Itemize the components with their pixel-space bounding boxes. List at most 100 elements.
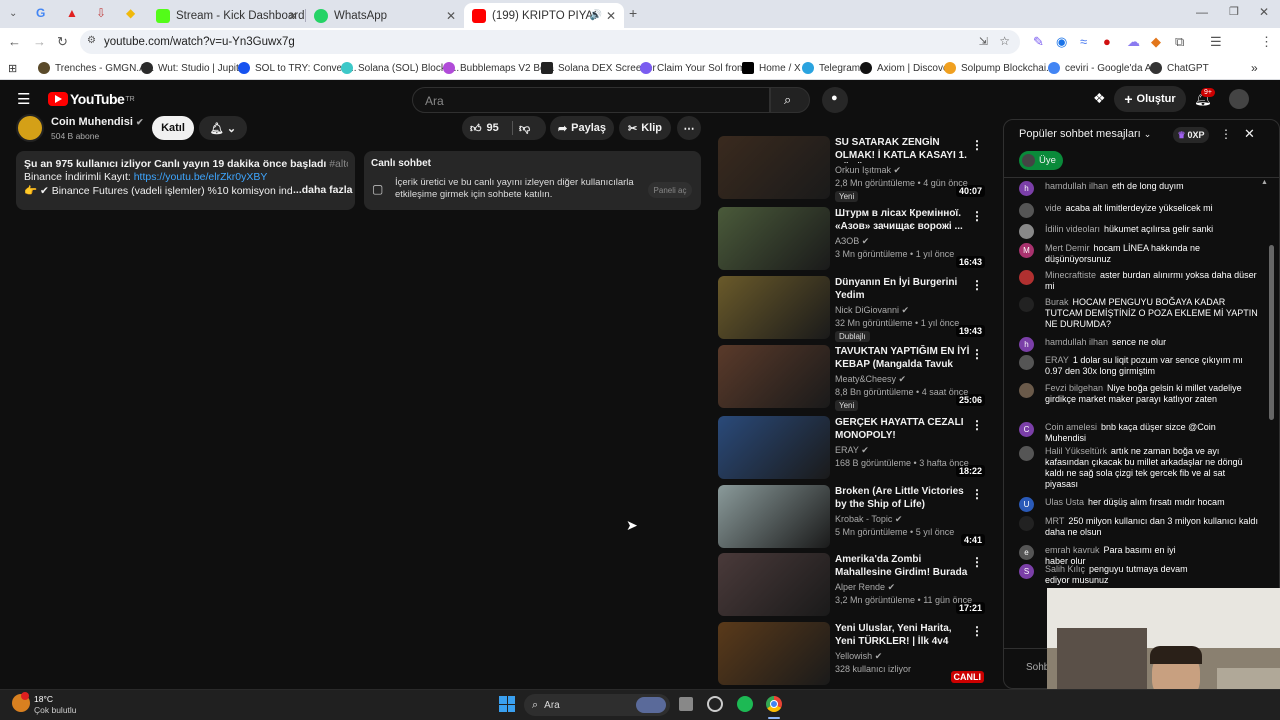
video-channel[interactable]: Meaty&Cheesy ✔ bbox=[835, 374, 906, 385]
tab-search-icon[interactable]: ⌄ bbox=[9, 7, 17, 21]
recommended-video[interactable]: 16:43 Штурм в лісах Кремінної. «Азов» зач… bbox=[718, 207, 988, 271]
bookmark-item[interactable]: Solana DEX Screener bbox=[541, 60, 656, 76]
maximize-button[interactable]: ❐ bbox=[1229, 5, 1239, 19]
forward-button[interactable]: → bbox=[33, 35, 46, 49]
chat-scrollbar[interactable] bbox=[1269, 245, 1274, 420]
recommended-video[interactable]: 4:41 Broken (Are Little Victories by the … bbox=[718, 485, 988, 549]
chat-message[interactable]: h hamdullah ilhan sence ne olur bbox=[1019, 337, 1259, 352]
channel-name[interactable]: Coin Muhendisi ✔ bbox=[51, 116, 144, 128]
scroll-up-icon[interactable]: ▲ bbox=[1261, 179, 1268, 186]
bookmark-item[interactable]: Claim Your Sol from... bbox=[640, 60, 754, 76]
video-title[interactable]: Yeni Uluslar, Yeni Harita, Yeni TÜRKLER!… bbox=[835, 622, 973, 649]
show-more-link[interactable]: ...daha fazla bbox=[293, 184, 353, 196]
obs-icon[interactable] bbox=[707, 696, 723, 712]
close-tab-icon[interactable]: ✕ bbox=[606, 9, 616, 23]
youtube-logo[interactable]: YouTube TR bbox=[48, 91, 135, 107]
account-avatar[interactable] bbox=[1229, 89, 1249, 109]
video-thumbnail[interactable] bbox=[718, 276, 830, 339]
video-thumbnail[interactable] bbox=[718, 553, 830, 616]
weather-temp[interactable]: 18°C bbox=[34, 694, 53, 704]
tab-kick-dashboard[interactable]: Stream - Kick Dashboard ✕ bbox=[148, 3, 306, 28]
video-thumbnail[interactable] bbox=[718, 622, 830, 685]
chat-author[interactable]: hamdullah ilhan bbox=[1045, 181, 1108, 191]
extension-stop-icon[interactable]: ● bbox=[1103, 35, 1111, 49]
chat-message[interactable]: h hamdullah ilhan eth de long duyım bbox=[1019, 181, 1259, 196]
video-title[interactable]: TAVUKTAN YAPTIĞIM EN İYİ KEBAP (Mangalda… bbox=[835, 345, 973, 372]
google-tab-icon[interactable]: G bbox=[36, 6, 45, 20]
chat-author[interactable]: Mert Demir bbox=[1045, 243, 1090, 253]
tab-youtube-active[interactable]: (199) KRİPTO PİYASASI DÜŞ 🔊 ✕ bbox=[464, 3, 624, 28]
address-bar[interactable]: ⚙ youtube.com/watch?v=u-Yn3Guwx7g ⇲ ☆ bbox=[80, 30, 1020, 54]
metamask-icon[interactable]: ◆ bbox=[1151, 35, 1161, 49]
points-badge[interactable]: ♛ 0XP bbox=[1173, 127, 1209, 143]
recommended-video[interactable]: 25:06 TAVUKTAN YAPTIĞIM EN İYİ KEBAP (Man… bbox=[718, 345, 988, 411]
close-chat-icon[interactable]: ✕ bbox=[1244, 126, 1255, 142]
video-more-icon[interactable]: ⋮ bbox=[971, 347, 983, 361]
chat-author[interactable]: ERAY bbox=[1045, 355, 1069, 365]
recommended-video[interactable]: 40:07 SU SATARAK ZENGİN OLMAK! İ KATLA KA… bbox=[718, 136, 988, 202]
bookmark-item[interactable]: Bubblemaps V2 Beta bbox=[443, 60, 554, 76]
chat-message[interactable]: Burak HOCAM PENGUYU BOĞAYA KADAR TUTCAM D… bbox=[1019, 297, 1259, 330]
bookmark-item[interactable]: Solana (SOL) Blockc... bbox=[341, 60, 459, 76]
chat-author[interactable]: vide bbox=[1045, 203, 1062, 213]
video-title[interactable]: SU SATARAK ZENGİN OLMAK! İ KATLA KASAYI … bbox=[835, 136, 973, 163]
chat-more-icon[interactable]: ⋮ bbox=[1220, 127, 1232, 141]
bookmark-item[interactable]: SOL to TRY: Convert... bbox=[238, 60, 357, 76]
chat-author[interactable]: Ulas Usta bbox=[1045, 497, 1084, 507]
video-channel[interactable]: Nick DiGiovanni ✔ bbox=[835, 305, 909, 316]
recommended-video[interactable]: 17:21 Amerika'da Zombi Mahallesine Girdim… bbox=[718, 553, 988, 617]
extension-cloud-icon[interactable]: ☁ bbox=[1127, 35, 1140, 49]
video-channel[interactable]: Krobak - Topic ✔ bbox=[835, 514, 902, 525]
video-title[interactable]: Amerika'da Zombi Mahallesine Girdim! Bur… bbox=[835, 553, 973, 580]
weather-desc[interactable]: Çok bulutlu bbox=[34, 705, 77, 715]
video-more-icon[interactable]: ⋮ bbox=[971, 624, 983, 638]
tab-whatsapp[interactable]: WhatsApp ✕ bbox=[306, 3, 464, 28]
like-count[interactable]: 95 bbox=[487, 122, 499, 134]
chat-message[interactable]: vide acaba alt limitlerdeyize yükselicek … bbox=[1019, 203, 1259, 218]
video-title[interactable]: Штурм в лісах Кремінної. «Азов» зачищає … bbox=[835, 207, 973, 233]
chat-author[interactable]: İdilin videoları bbox=[1045, 224, 1100, 234]
video-thumbnail[interactable] bbox=[718, 345, 830, 408]
join-button[interactable]: Katıl bbox=[152, 116, 194, 140]
taskbar-search[interactable]: ⌕ Ara bbox=[524, 694, 670, 716]
chat-avatar[interactable]: U bbox=[1019, 497, 1034, 512]
close-tab-icon[interactable]: ✕ bbox=[446, 9, 456, 23]
video-more-icon[interactable]: ⋮ bbox=[971, 278, 983, 292]
clip-button[interactable]: ✂ Klip bbox=[619, 116, 671, 140]
search-button[interactable]: ⌕ bbox=[770, 87, 810, 113]
open-panel-button[interactable]: Paneli aç bbox=[648, 182, 692, 198]
chat-avatar[interactable] bbox=[1019, 270, 1034, 285]
chat-message[interactable]: İdilin videoları hükumet açılırsa gelir s… bbox=[1019, 224, 1259, 239]
audio-playing-icon[interactable]: 🔊 bbox=[590, 10, 602, 21]
bookmark-item[interactable]: Solpump Blockchai... bbox=[944, 60, 1054, 76]
bookmark-item[interactable]: Trenches - GMGN.A... bbox=[38, 60, 154, 76]
chat-message[interactable]: M Mert Demir hocam LİNEA hakkında ne düşün… bbox=[1019, 243, 1259, 265]
more-actions-button[interactable]: ⋯ bbox=[677, 116, 701, 140]
cast-icon[interactable]: ❖ bbox=[1093, 90, 1106, 107]
chat-message[interactable]: C Coin amelesi bnb kaça düşer sizce @Coin … bbox=[1019, 422, 1259, 444]
chat-author[interactable]: emrah kavruk bbox=[1045, 545, 1100, 555]
close-window-button[interactable]: ✕ bbox=[1259, 5, 1269, 19]
recommended-video[interactable]: 19:43 Dünyanın En İyi Burgerini Yedim Nick… bbox=[718, 276, 988, 342]
description-link[interactable]: https://youtu.be/elrZkr0yXBY bbox=[134, 171, 268, 183]
binance-tab-icon[interactable]: ◆ bbox=[126, 6, 135, 20]
site-info-icon[interactable]: ⚙ bbox=[87, 35, 96, 46]
member-chip[interactable]: Üye bbox=[1019, 151, 1063, 170]
video-thumbnail[interactable] bbox=[718, 485, 830, 548]
reload-button[interactable]: ↻ bbox=[57, 35, 68, 49]
chat-avatar[interactable] bbox=[1019, 383, 1034, 398]
chat-message[interactable]: ERAY 1 dolar su liqit pozum var sence çık… bbox=[1019, 355, 1259, 377]
minimize-button[interactable]: — bbox=[1196, 5, 1208, 19]
channel-avatar[interactable] bbox=[16, 114, 44, 142]
pinned-tab-icon[interactable]: ▲ bbox=[66, 6, 78, 20]
video-more-icon[interactable]: ⋮ bbox=[971, 418, 983, 432]
chat-message[interactable]: S Salih Kılıç penguyu tutmaya devam ediyor… bbox=[1019, 564, 1199, 586]
more-bookmarks-icon[interactable]: » bbox=[1251, 60, 1258, 76]
share-button[interactable]: ➦ Paylaş bbox=[550, 116, 614, 140]
video-more-icon[interactable]: ⋮ bbox=[971, 209, 983, 223]
chat-author[interactable]: hamdullah ilhan bbox=[1045, 337, 1108, 347]
recommended-video[interactable]: CANLI Yeni Uluslar, Yeni Harita, Yeni TÜR… bbox=[718, 622, 988, 686]
bookmark-item[interactable]: ceviri - Google'da Ara bbox=[1048, 60, 1160, 76]
video-channel[interactable]: Yellowish ✔ bbox=[835, 651, 882, 662]
chrome-menu-icon[interactable]: ⋮ bbox=[1260, 35, 1273, 49]
